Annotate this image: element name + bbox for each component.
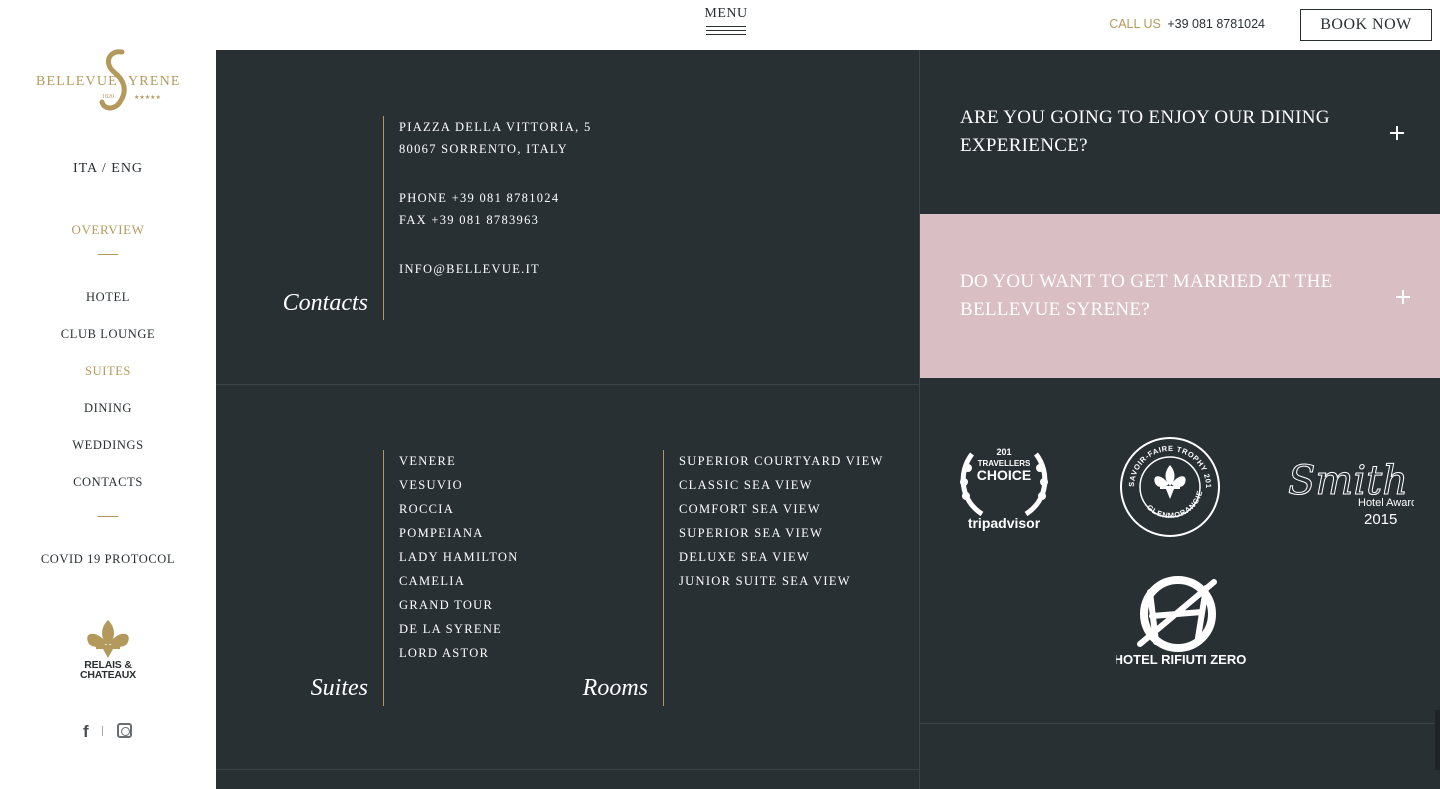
hotel-rifiuti-zero-award[interactable]: HOTEL RIFIUTI ZERO <box>1116 574 1246 670</box>
svg-text:2015: 2015 <box>1364 511 1397 528</box>
relais-chateaux-logo[interactable]: RELAIS & CHATEAUX <box>70 618 146 684</box>
phone-line[interactable]: PHONE +39 081 8781024 <box>399 187 592 209</box>
nav-covid-protocol[interactable]: COVID 19 PROTOCOL <box>0 552 216 567</box>
plus-icon[interactable] <box>1390 126 1404 140</box>
suites-title: Suites <box>310 675 368 701</box>
savoir-faire-award[interactable]: SAVOIR-FAIRE TROPHY 2018 GLENMORANGIE <box>1118 435 1222 539</box>
room-link[interactable]: COMFORT SEA VIEW <box>679 497 884 521</box>
room-link[interactable]: DELUXE SEA VIEW <box>679 545 884 569</box>
faq-dining[interactable]: ARE YOU GOING TO ENJOY OUR DINING EXPERI… <box>920 50 1440 214</box>
section-divider <box>216 384 920 385</box>
nav-weddings[interactable]: WEDDINGS <box>0 438 216 453</box>
room-link[interactable]: CLASSIC SEA VIEW <box>679 473 884 497</box>
nav-hotel[interactable]: HOTEL <box>0 290 216 305</box>
nav-dining[interactable]: DINING <box>0 401 216 416</box>
plus-icon[interactable] <box>1396 290 1410 304</box>
nav-divider-bottom <box>98 516 118 517</box>
suite-link[interactable]: LADY HAMILTON <box>399 545 519 569</box>
hamburger-icon <box>706 26 746 35</box>
call-us[interactable]: CALL US +39 081 8781024 <box>1109 17 1265 31</box>
call-us-number: +39 081 8781024 <box>1167 17 1265 31</box>
nav-suites[interactable]: SUITES <box>0 364 216 379</box>
fleur-de-lis-icon <box>87 620 129 658</box>
social-links: f <box>80 722 136 742</box>
bellevue-syrene-logo[interactable]: BELLEVUE YRENE 1820 ★★★★★ <box>30 46 186 116</box>
nav-divider-top <box>98 254 118 255</box>
email-link[interactable]: INFO@BELLEVUE.IT <box>399 258 592 280</box>
suite-link[interactable]: GRAND TOUR <box>399 593 519 617</box>
address-line-1: PIAZZA DELLA VITTORIA, 5 <box>399 120 592 134</box>
rooms-list: SUPERIOR COURTYARD VIEW CLASSIC SEA VIEW… <box>679 449 884 593</box>
book-now-button[interactable]: BOOK NOW <box>1300 9 1432 41</box>
suite-link[interactable]: DE LA SYRENE <box>399 617 519 641</box>
top-bar: MENU CALL US +39 081 8781024 BOOK NOW <box>216 0 1440 50</box>
contacts-divider <box>383 116 384 320</box>
svg-text:YRENE: YRENE <box>128 74 181 89</box>
awards-section: 201 TRAVELLERS CHOICE tripadvisor SAVOIR… <box>920 378 1440 723</box>
section-divider <box>216 769 920 770</box>
rooms-title: Rooms <box>582 675 648 701</box>
instagram-icon[interactable] <box>117 723 132 738</box>
relais-chateaux-text: RELAIS & CHATEAUX <box>70 660 146 681</box>
svg-text:GLENMORANGIE: GLENMORANGIE <box>1145 489 1204 520</box>
lang-eng[interactable]: ENG <box>111 161 143 176</box>
faq-wedding-question: DO YOU WANT TO GET MARRIED AT THE BELLEV… <box>960 271 1333 320</box>
faq-wedding[interactable]: DO YOU WANT TO GET MARRIED AT THE BELLEV… <box>920 214 1440 378</box>
nav-contacts[interactable]: CONTACTS <box>0 475 216 490</box>
scrollbar-thumb[interactable] <box>1435 710 1440 770</box>
lang-ita[interactable]: ITA <box>73 161 97 176</box>
social-separator <box>102 726 103 736</box>
contacts-details: PIAZZA DELLA VITTORIA, 5 80067 SORRENTO,… <box>399 116 592 280</box>
nav-overview[interactable]: OVERVIEW <box>0 222 216 238</box>
suite-link[interactable]: CAMELIA <box>399 569 519 593</box>
lang-separator: / <box>101 161 107 176</box>
room-link[interactable]: JUNIOR SUITE SEA VIEW <box>679 569 884 593</box>
svg-text:★★★★★: ★★★★★ <box>134 94 161 101</box>
smith-hotel-awards[interactable]: Smith Hotel Awards 2015 <box>1284 446 1415 530</box>
svg-text:CHOICE: CHOICE <box>977 467 1031 483</box>
contacts-title: Contacts <box>282 290 368 316</box>
facebook-icon[interactable]: f <box>83 722 89 742</box>
svg-text:tripadvisor: tripadvisor <box>968 515 1041 531</box>
svg-text:201: 201 <box>996 447 1011 457</box>
svg-text:1820: 1820 <box>102 94 114 100</box>
fax-line: FAX +39 081 8783963 <box>399 213 540 227</box>
relais-line-2: CHATEAUX <box>80 669 136 681</box>
sidebar: BELLEVUE YRENE 1820 ★★★★★ ITA / ENG OVER… <box>0 0 216 789</box>
language-switcher: ITA / ENG <box>0 161 216 177</box>
tripadvisor-award[interactable]: 201 TRAVELLERS CHOICE tripadvisor <box>952 438 1056 536</box>
rooms-divider <box>663 450 664 706</box>
faq-dining-question: ARE YOU GOING TO ENJOY OUR DINING EXPERI… <box>960 107 1330 156</box>
section-divider <box>920 723 1440 724</box>
suites-divider <box>383 450 384 706</box>
suite-link[interactable]: LORD ASTOR <box>399 641 519 665</box>
menu-button[interactable]: MENU <box>704 6 748 35</box>
room-link[interactable]: SUPERIOR COURTYARD VIEW <box>679 449 884 473</box>
suite-link[interactable]: VESUVIO <box>399 473 519 497</box>
address-line-2: 80067 SORRENTO, ITALY <box>399 142 568 156</box>
suites-list: VENERE VESUVIO ROCCIA POMPEIANA LADY HAM… <box>399 449 519 665</box>
suite-link[interactable]: VENERE <box>399 449 519 473</box>
call-us-label: CALL US <box>1109 17 1161 31</box>
nav-club-lounge[interactable]: CLUB LOUNGE <box>0 327 216 342</box>
suite-link[interactable]: ROCCIA <box>399 497 519 521</box>
svg-text:HOTEL RIFIUTI ZERO: HOTEL RIFIUTI ZERO <box>1116 652 1246 667</box>
svg-text:BELLEVUE: BELLEVUE <box>36 74 118 89</box>
svg-text:Hotel Awards: Hotel Awards <box>1358 497 1414 509</box>
footer-content: Contacts PIAZZA DELLA VITTORIA, 5 80067 … <box>216 50 1440 789</box>
menu-label: MENU <box>704 6 748 21</box>
room-link[interactable]: SUPERIOR SEA VIEW <box>679 521 884 545</box>
suite-link[interactable]: POMPEIANA <box>399 521 519 545</box>
